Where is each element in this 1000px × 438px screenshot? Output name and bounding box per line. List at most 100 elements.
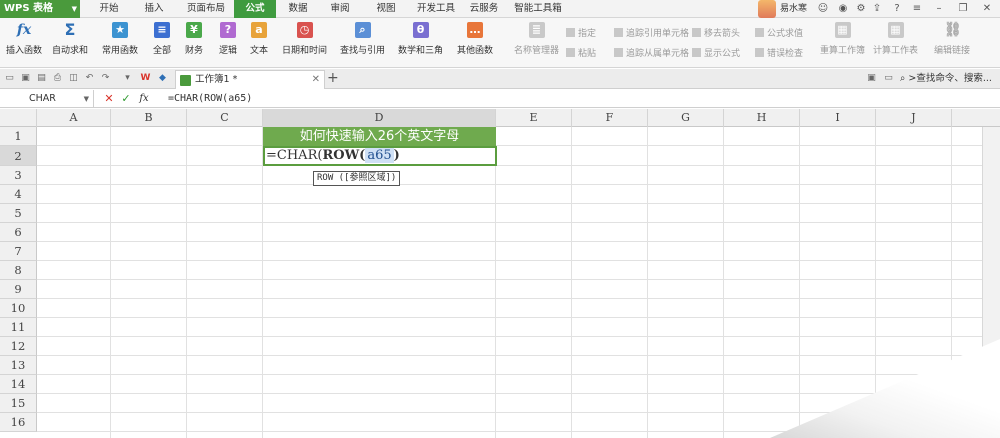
- row-header-4[interactable]: 4: [0, 185, 37, 204]
- row-header-11[interactable]: 11: [0, 318, 37, 337]
- tab-developer[interactable]: 开发工具: [410, 0, 462, 18]
- row-header-9[interactable]: 9: [0, 280, 37, 299]
- row-header-5[interactable]: 5: [0, 204, 37, 223]
- tab-home[interactable]: 开始: [88, 0, 130, 18]
- tab-insert[interactable]: 插入: [134, 0, 174, 18]
- add-tab-icon[interactable]: +: [327, 69, 339, 88]
- cell-d1[interactable]: 如何快速输入26个英文字母: [263, 127, 496, 146]
- math-label: 数学和三角: [398, 46, 444, 56]
- specify-button[interactable]: 指定: [566, 26, 596, 39]
- feedback-icon[interactable]: ≡: [910, 2, 924, 16]
- common-functions-button[interactable]: ★ 常用函数: [102, 22, 138, 56]
- tab-data[interactable]: 数据: [280, 0, 316, 18]
- close-icon[interactable]: ✕: [980, 2, 994, 16]
- user-name[interactable]: 易水寒: [780, 0, 807, 18]
- customize-arrow-icon[interactable]: ▾: [122, 73, 133, 84]
- save-icon[interactable]: ▣: [20, 73, 31, 84]
- fx-icon[interactable]: fx: [137, 90, 151, 108]
- share-icon[interactable]: ⇪: [870, 2, 884, 16]
- insert-function-button[interactable]: fx 插入函数: [6, 22, 42, 56]
- app-menu-button[interactable]: WPS 表格 ▼: [0, 0, 80, 18]
- row-header-2[interactable]: 2: [0, 146, 37, 166]
- column-header-f[interactable]: F: [572, 109, 648, 127]
- datetime-button[interactable]: ◷ 日期和时间: [282, 22, 327, 56]
- minimize-ribbon-icon[interactable]: ▣: [866, 73, 877, 84]
- column-header-b[interactable]: B: [111, 109, 187, 127]
- skin-icon[interactable]: ◉: [836, 2, 850, 16]
- row-header-16[interactable]: 16: [0, 413, 37, 432]
- column-header-j[interactable]: J: [876, 109, 952, 127]
- show-formulas-button[interactable]: 显示公式: [692, 46, 740, 59]
- avatar[interactable]: [758, 0, 776, 18]
- wps-logo-icon[interactable]: W: [140, 73, 151, 84]
- logical-button[interactable]: ? 逻辑: [219, 22, 237, 56]
- help-icon[interactable]: ?: [890, 2, 904, 16]
- row-header-15[interactable]: 15: [0, 394, 37, 413]
- row-header-8[interactable]: 8: [0, 261, 37, 280]
- gridline: [37, 241, 982, 242]
- undo-icon[interactable]: ↶: [84, 73, 95, 84]
- remove-arrows-button[interactable]: 移去箭头: [692, 26, 740, 39]
- confirm-icon[interactable]: ✓: [119, 90, 133, 108]
- ribbon-options-icon[interactable]: ▭: [883, 73, 894, 84]
- row-header-12[interactable]: 12: [0, 337, 37, 356]
- column-header-i[interactable]: I: [800, 109, 876, 127]
- column-header-h[interactable]: H: [724, 109, 800, 127]
- column-header-g[interactable]: G: [648, 109, 724, 127]
- text-functions-button[interactable]: a 文本: [250, 22, 268, 56]
- edit-links-button[interactable]: ⛓ 编辑链接: [934, 22, 970, 56]
- error-checking-button[interactable]: 错误检查: [755, 46, 803, 59]
- datetime-label: 日期和时间: [282, 46, 328, 56]
- tab-workbook1[interactable]: 工作簿1 * ✕: [175, 70, 325, 89]
- row-header-3[interactable]: 3: [0, 166, 37, 185]
- name-box[interactable]: CHAR ▼: [0, 90, 94, 108]
- evaluate-formula-button[interactable]: 公式求值: [755, 26, 803, 39]
- recalc-workbook-button[interactable]: ▦ 重算工作簿: [820, 22, 865, 56]
- row-header-1[interactable]: 1: [0, 127, 37, 146]
- select-all-corner[interactable]: [0, 109, 37, 127]
- column-header-a[interactable]: A: [37, 109, 111, 127]
- paste-name-button[interactable]: 粘贴: [566, 46, 596, 59]
- minimize-icon[interactable]: –: [932, 2, 946, 16]
- tab-formulas[interactable]: 公式: [234, 0, 276, 18]
- financial-button[interactable]: ¥ 财务: [185, 22, 203, 56]
- column-header-c[interactable]: C: [187, 109, 263, 127]
- close-tab-icon[interactable]: ✕: [312, 71, 320, 89]
- gridline: [262, 127, 263, 438]
- restore-icon[interactable]: ❐: [956, 2, 970, 16]
- math-button[interactable]: θ 数学和三角: [398, 22, 443, 56]
- tab-view[interactable]: 视图: [368, 0, 404, 18]
- column-header-d[interactable]: D: [263, 109, 496, 127]
- print-icon[interactable]: ⎙: [52, 73, 63, 84]
- row-header-6[interactable]: 6: [0, 223, 37, 242]
- spreadsheet-grid[interactable]: A B C D E F G H I J 1 2 3 4 5 6 7 8 9 10…: [0, 109, 1000, 438]
- autosum-button[interactable]: Σ 自动求和: [52, 22, 88, 57]
- tab-cloud[interactable]: 云服务: [464, 0, 504, 18]
- row-header-7[interactable]: 7: [0, 242, 37, 261]
- cube-icon[interactable]: ◆: [157, 73, 168, 84]
- cell-d2-editor[interactable]: =CHAR(ROW(a65): [263, 146, 497, 166]
- row-header-14[interactable]: 14: [0, 375, 37, 394]
- tab-smart-toolbox[interactable]: 智能工具箱: [508, 0, 568, 18]
- tab-review[interactable]: 审阅: [322, 0, 358, 18]
- trace-dependents-button[interactable]: 追踪从属单元格: [614, 46, 689, 59]
- command-search[interactable]: ⌕ >查找命令、搜索...: [900, 72, 992, 86]
- row-header-10[interactable]: 10: [0, 299, 37, 318]
- cancel-icon[interactable]: ✕: [102, 90, 116, 108]
- calc-sheet-button[interactable]: ▦ 计算工作表: [873, 22, 918, 56]
- export-icon[interactable]: ▤: [36, 73, 47, 84]
- name-manager-button[interactable]: ≣ 名称管理器: [514, 22, 559, 56]
- tab-page-layout[interactable]: 页面布局: [178, 0, 234, 18]
- open-icon[interactable]: ▭: [4, 73, 15, 84]
- settings-icon[interactable]: ⚙: [854, 2, 868, 16]
- formula-input[interactable]: =CHAR(ROW(a65): [168, 90, 252, 108]
- other-functions-button[interactable]: … 其他函数: [457, 22, 493, 56]
- redo-icon[interactable]: ↷: [100, 73, 111, 84]
- lookup-button[interactable]: ⌕ 查找与引用: [340, 22, 385, 56]
- all-functions-button[interactable]: ≡ 全部: [153, 22, 171, 56]
- preview-icon[interactable]: ◫: [68, 73, 79, 84]
- status-icon[interactable]: ☺: [816, 2, 830, 16]
- column-header-e[interactable]: E: [496, 109, 572, 127]
- row-header-13[interactable]: 13: [0, 356, 37, 375]
- trace-precedents-button[interactable]: 追踪引用单元格: [614, 26, 689, 39]
